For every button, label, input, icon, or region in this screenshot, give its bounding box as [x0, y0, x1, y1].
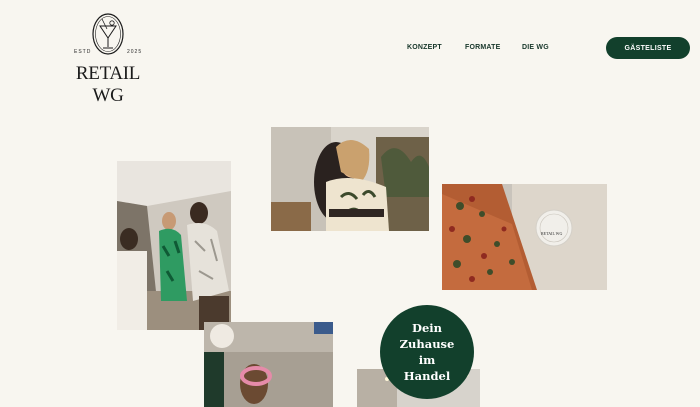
site-header: ESTD 2025 RETAIL WG KONZEPT FORMATE DIE …	[0, 0, 700, 106]
nav-link-formate[interactable]: FORMATE	[465, 44, 501, 51]
brand-wordmark: RETAIL WG	[75, 63, 141, 106]
photo-hug	[271, 127, 429, 231]
photo-pizza: RETAIL WG	[442, 184, 607, 290]
badge-line-1: Dein	[411, 321, 443, 335]
logo-year-label: 2025	[127, 49, 143, 55]
cocktail-glass-emblem-icon	[88, 12, 128, 62]
photo-party	[117, 161, 231, 330]
badge-line-3: im	[418, 353, 436, 367]
nav-link-konzept[interactable]: KONZEPT	[407, 44, 442, 51]
nav-link-die-wg[interactable]: DIE WG	[522, 44, 549, 51]
badge-line-4: Handel	[403, 369, 451, 383]
photo-guests-closeup	[204, 322, 333, 407]
guestlist-button[interactable]: GÄSTELISTE	[606, 37, 690, 59]
plate-logo-text: RETAIL WG	[541, 231, 563, 236]
logo-estd-label: ESTD	[74, 49, 92, 55]
hero-badge: Dein Zuhause im Handel	[380, 305, 474, 399]
brand-logo[interactable]: ESTD 2025 RETAIL WG	[62, 12, 154, 106]
badge-line-2: Zuhause	[399, 337, 455, 351]
